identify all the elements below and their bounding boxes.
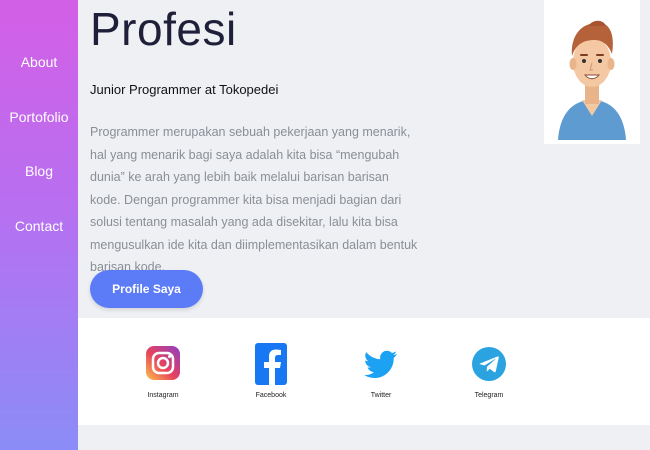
twitter-icon <box>364 350 397 378</box>
social-instagram[interactable]: Instagram <box>128 340 198 399</box>
social-twitter[interactable]: Twitter <box>346 340 416 399</box>
social-facebook[interactable]: Facebook <box>236 340 306 399</box>
facebook-icon <box>255 343 287 385</box>
avatar <box>544 0 640 144</box>
nav-about[interactable]: About <box>0 54 78 70</box>
nav-blog[interactable]: Blog <box>0 163 78 179</box>
instagram-icon <box>146 346 180 380</box>
profile-button[interactable]: Profile Saya <box>90 270 203 308</box>
twitter-label: Twitter <box>370 392 392 399</box>
footer-band <box>78 425 650 450</box>
instagram-label: Instagram <box>147 392 179 399</box>
job-subtitle: Junior Programmer at Tokopedei <box>90 82 279 97</box>
nav-portofolio[interactable]: Portofolio <box>0 109 78 125</box>
description-text: Programmer merupakan sebuah pekerjaan ya… <box>90 125 418 274</box>
telegram-label: Telegram <box>474 392 504 399</box>
telegram-icon <box>472 347 506 381</box>
nav-contact[interactable]: Contact <box>0 218 78 234</box>
facebook-label: Facebook <box>255 392 287 399</box>
social-links: Instagram Facebook Twitter Telegram <box>78 318 650 425</box>
page-title: Profesi <box>90 3 237 55</box>
social-telegram[interactable]: Telegram <box>454 340 524 399</box>
sidebar: About Portofolio Blog Contact <box>0 0 78 450</box>
user-avatar-icon <box>558 20 626 140</box>
